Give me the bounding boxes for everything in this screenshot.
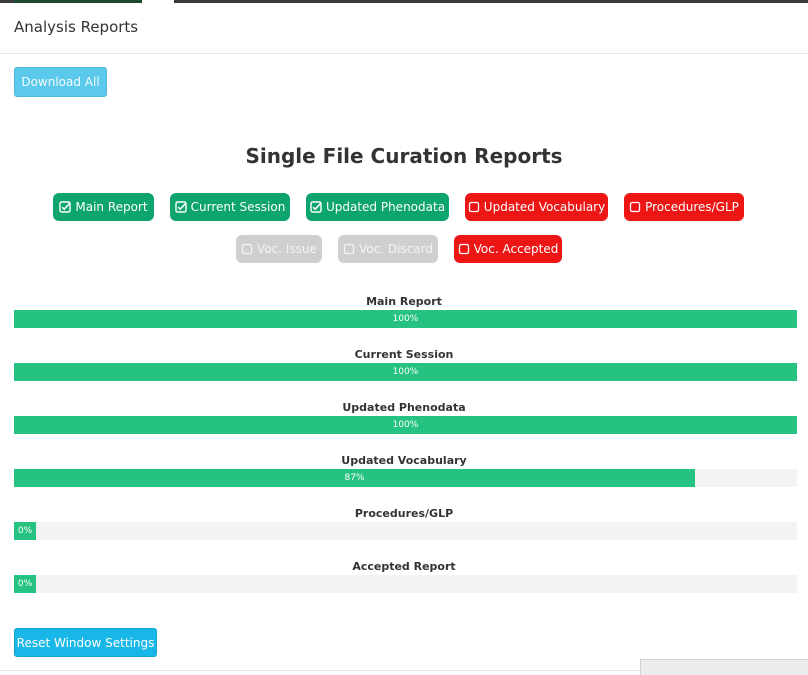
square-icon — [468, 201, 480, 213]
progress-fill-accepted-report: 0% — [14, 575, 36, 593]
progress-label-updated-vocabulary: Updated Vocabulary — [341, 454, 467, 467]
progress-track-procedures-glp: 0% — [14, 522, 797, 540]
progress-track-updated-vocabulary: 87% — [14, 469, 797, 487]
progress-fill-current-session: 100% — [14, 363, 797, 381]
check-square-icon — [310, 201, 322, 213]
progress-fill-main-report: 100% — [14, 310, 797, 328]
toggle-label: Updated Vocabulary — [483, 200, 606, 214]
toggle-current-session[interactable]: Current Session — [170, 193, 290, 221]
check-square-icon — [174, 201, 187, 213]
progress-label-accepted-report: Accepted Report — [352, 560, 456, 573]
check-square-icon — [59, 201, 72, 213]
progress-fill-updated-vocabulary: 87% — [14, 469, 695, 487]
progress-label-procedures-glp: Procedures/GLP — [354, 507, 454, 520]
progress-label-updated-phenodata: Updated Phenodata — [342, 401, 466, 414]
toggle-label: Current Session — [190, 200, 286, 214]
square-icon — [343, 243, 355, 255]
toggle-label: Procedures/GLP — [645, 200, 739, 214]
progress-label-main-report: Main Report — [366, 295, 442, 308]
progress-track-current-session: 100% — [14, 363, 797, 381]
reset-window-settings-button[interactable]: Reset Window Settings — [14, 628, 157, 657]
toggle-label: Voc. Discard — [359, 242, 433, 256]
toggle-label: Main Report — [75, 200, 148, 214]
page-title: Analysis Reports — [14, 18, 139, 36]
toggle-main-report[interactable]: Main Report — [53, 193, 154, 221]
toggle-voc-accepted[interactable]: Voc. Accepted — [454, 235, 562, 263]
progress-fill-procedures-glp: 0% — [14, 522, 36, 540]
toggle-voc-discard: Voc. Discard — [338, 235, 438, 263]
toggle-label: Voc. Accepted — [473, 242, 559, 256]
progress-track-updated-phenodata: 100% — [14, 416, 797, 434]
toggle-procedures-glp[interactable]: Procedures/GLP — [624, 193, 744, 221]
toggle-label: Voc. Issue — [257, 242, 317, 256]
progress-track-main-report: 100% — [14, 310, 797, 328]
panel-header: Analysis Reports — [0, 3, 808, 54]
toggle-updated-vocabulary[interactable]: Updated Vocabulary — [465, 193, 608, 221]
progress-fill-updated-phenodata: 100% — [14, 416, 797, 434]
square-icon — [629, 201, 641, 213]
progress-track-accepted-report: 0% — [14, 575, 797, 593]
progress-label-current-session: Current Session — [354, 348, 454, 361]
toggle-voc-issue: Voc. Issue — [236, 235, 322, 263]
section-title: Single File Curation Reports — [245, 144, 563, 168]
square-icon — [458, 243, 470, 255]
square-icon — [241, 243, 253, 255]
toggle-label: Updated Phenodata — [325, 200, 446, 214]
download-all-button[interactable]: Download All — [14, 67, 107, 97]
toggle-updated-phenodata[interactable]: Updated Phenodata — [306, 193, 449, 221]
bottom-right-panel-edge — [640, 659, 808, 675]
